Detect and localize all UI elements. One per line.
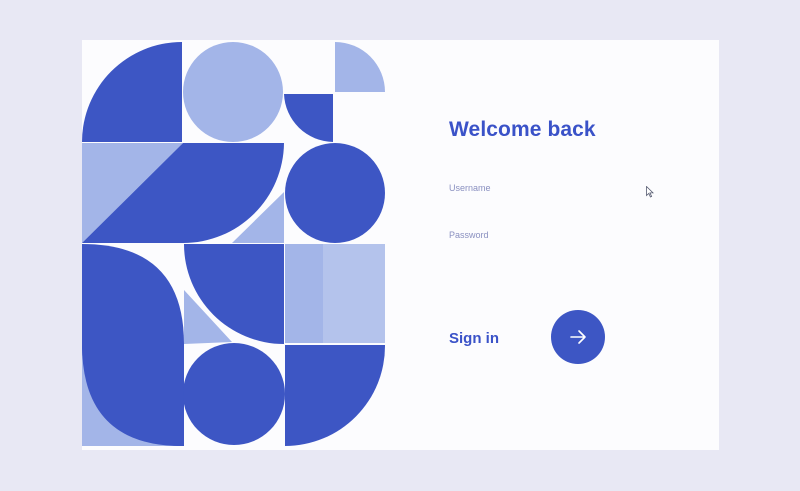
login-card: Welcome back Sign in	[82, 40, 719, 450]
geometric-illustration	[82, 42, 386, 446]
signin-label: Sign in	[449, 330, 499, 347]
login-form: Welcome back Sign in	[449, 40, 699, 450]
password-input[interactable]	[449, 224, 649, 246]
page-title: Welcome back	[449, 118, 596, 141]
mouse-pointer-icon	[646, 186, 654, 198]
signin-button[interactable]	[551, 310, 605, 364]
arrow-right-icon	[570, 330, 586, 344]
username-input[interactable]	[449, 177, 649, 199]
